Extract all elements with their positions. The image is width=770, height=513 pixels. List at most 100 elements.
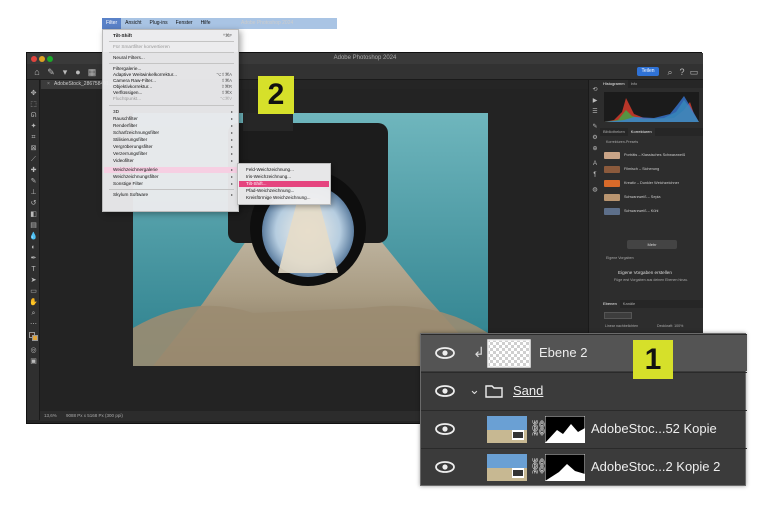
- eye-icon[interactable]: [435, 422, 455, 436]
- menu-item-tilt-shift-last[interactable]: Tilt-Shift: [113, 33, 132, 39]
- marquee-tool-icon[interactable]: ⬚: [29, 100, 38, 109]
- layer-name[interactable]: Ebene 2: [539, 345, 587, 361]
- tab-libraries[interactable]: Bibliotheken: [600, 129, 628, 134]
- eyedropper-tool-icon[interactable]: ⟋: [29, 155, 38, 164]
- menu-item-other[interactable]: Sonstige Filter: [113, 181, 143, 187]
- menu-item-distort[interactable]: Verzerrungsfilter: [113, 151, 147, 157]
- menu-item-skylum[interactable]: Skylum Software: [113, 192, 148, 198]
- clone-source-panel-icon[interactable]: ⊕: [591, 145, 599, 153]
- tab-info[interactable]: Info: [628, 81, 641, 86]
- lasso-tool-icon[interactable]: ᘏ: [29, 111, 38, 120]
- menu-item-3d[interactable]: 3D: [113, 109, 119, 115]
- submenu-tilt-shift[interactable]: Tilt-Shift...: [239, 181, 329, 187]
- menu-plugins[interactable]: Plug-ins: [146, 20, 172, 26]
- chevron-down-icon[interactable]: ▾: [60, 67, 70, 77]
- brush-preset-icon[interactable]: ●: [73, 67, 83, 77]
- stamp-tool-icon[interactable]: ⊥: [29, 188, 38, 197]
- home-icon[interactable]: ⌂: [32, 67, 42, 77]
- opacity-field[interactable]: Deckkraft: 100%: [657, 324, 683, 328]
- close-tab-icon[interactable]: ×: [47, 81, 50, 87]
- layer-name[interactable]: AdobeStoc...52 Kopie: [591, 421, 717, 437]
- menu-item-blur[interactable]: Weichzeichnungsfilter: [113, 174, 159, 180]
- own-presets-header[interactable]: Eigene Vorgaben: [606, 256, 634, 260]
- tab-histogram[interactable]: Histogramm: [600, 80, 628, 88]
- minimize-window-icon[interactable]: [39, 56, 45, 62]
- menu-filter[interactable]: Filter: [102, 18, 122, 29]
- hand-tool-icon[interactable]: ✋: [29, 298, 38, 307]
- eraser-tool-icon[interactable]: ◧: [29, 210, 38, 219]
- brush-tool-icon[interactable]: ✎: [29, 177, 38, 186]
- more-tools-icon[interactable]: ⋯: [29, 320, 38, 329]
- menu-item-blur-gallery[interactable]: Weichzeichnergalerie: [104, 167, 238, 173]
- shape-tool-icon[interactable]: ▭: [29, 287, 38, 296]
- history-brush-tool-icon[interactable]: ↺: [29, 199, 38, 208]
- zoom-window-icon[interactable]: [47, 56, 53, 62]
- zoom-level[interactable]: 13,6%: [44, 413, 57, 418]
- glyphs-panel-icon[interactable]: ◍: [591, 186, 599, 194]
- brush-settings-icon[interactable]: ▦: [87, 67, 97, 77]
- pen-tool-icon[interactable]: ✒: [29, 254, 38, 263]
- blend-mode-select[interactable]: Linear nachbelichten: [605, 324, 638, 328]
- tab-adjustments[interactable]: Korrekturen: [627, 128, 655, 136]
- character-panel-icon[interactable]: A: [591, 160, 599, 168]
- workspace-icon[interactable]: ▭: [689, 67, 699, 77]
- crop-tool-icon[interactable]: ⌗: [29, 133, 38, 142]
- tab-channels[interactable]: Kanäle: [620, 301, 638, 306]
- submenu-iris-blur[interactable]: Iris-Weichzeichnung...: [246, 174, 291, 180]
- menu-item-sharpen[interactable]: Scharfzeichnungsfilter: [113, 130, 159, 136]
- history-panel-icon[interactable]: ⟲: [591, 86, 599, 94]
- submenu-field-blur[interactable]: Feld-Weichzeichnung...: [246, 167, 294, 173]
- preset-item[interactable]: Porträts – Klassisches Schwarzweiß: [604, 150, 699, 160]
- tab-layers[interactable]: Ebenen: [600, 300, 620, 308]
- frame-tool-icon[interactable]: ⊠: [29, 144, 38, 153]
- presets-header[interactable]: Korrekturen-Presets: [606, 140, 638, 144]
- group-name[interactable]: Sand: [513, 383, 543, 399]
- preset-item[interactable]: Kreativ – Dunkler Weichzeichner: [604, 178, 699, 188]
- screen-mode-icon[interactable]: ▣: [29, 357, 38, 366]
- layer-row-adobestock-kopie[interactable]: ⛓ AdobeStoc...52 Kopie: [421, 410, 747, 447]
- menu-item-render[interactable]: Renderfilter: [113, 123, 137, 129]
- menu-view[interactable]: Ansicht: [121, 20, 145, 26]
- help-icon[interactable]: ?: [677, 67, 687, 77]
- menu-help[interactable]: Hilfe: [197, 20, 215, 26]
- quick-mask-icon[interactable]: ◎: [29, 346, 38, 355]
- actions-panel-icon[interactable]: ▶: [591, 97, 599, 105]
- path-selection-tool-icon[interactable]: ➤: [29, 276, 38, 285]
- layer-row-group-sand[interactable]: ⌄ Sand: [421, 372, 747, 409]
- preset-item[interactable]: Filmisch – Sicherung: [604, 164, 699, 174]
- blur-tool-icon[interactable]: 💧: [29, 232, 38, 241]
- dodge-tool-icon[interactable]: ◐: [29, 243, 38, 252]
- eye-icon[interactable]: [435, 384, 455, 398]
- layer-name[interactable]: AdobeStoc...2 Kopie 2: [591, 459, 720, 475]
- menu-item-pixelate[interactable]: Vergröberungsfilter: [113, 144, 153, 150]
- menu-item-noise[interactable]: Rauschfilter: [113, 116, 138, 122]
- move-tool-icon[interactable]: ✥: [29, 89, 38, 98]
- submenu-spin-blur[interactable]: Kreisförmige Weichzeichnung...: [246, 195, 311, 201]
- search-icon[interactable]: ⌕: [665, 67, 675, 77]
- brush-tool-icon[interactable]: ✎: [46, 67, 56, 77]
- layer-row-ebene-2[interactable]: ↲ Ebene 2: [421, 334, 747, 371]
- layer-filter-select[interactable]: [604, 312, 632, 319]
- preset-item[interactable]: Schwarzweiß – Sepia: [604, 192, 699, 202]
- share-button[interactable]: Teilen: [637, 67, 659, 76]
- brush-panel-icon[interactable]: ✎: [591, 123, 599, 131]
- submenu-path-blur[interactable]: Pfad-Weichzeichnung...: [246, 188, 294, 194]
- menu-window[interactable]: Fenster: [172, 20, 197, 26]
- brush-settings-panel-icon[interactable]: ⚙: [591, 134, 599, 142]
- paragraph-panel-icon[interactable]: ¶: [591, 171, 599, 179]
- menu-item-video[interactable]: Videofilter: [113, 158, 134, 164]
- quick-selection-tool-icon[interactable]: ✦: [29, 122, 38, 131]
- gradient-tool-icon[interactable]: ▤: [29, 221, 38, 230]
- more-button[interactable]: Mehr: [627, 240, 677, 249]
- close-window-icon[interactable]: [31, 56, 37, 62]
- zoom-tool-icon[interactable]: ⌕: [29, 309, 38, 318]
- eye-icon[interactable]: [435, 460, 455, 474]
- healing-brush-tool-icon[interactable]: ✚: [29, 166, 38, 175]
- menu-item-stylize[interactable]: Stilisierungsfilter: [113, 137, 147, 143]
- properties-panel-icon[interactable]: ☰: [591, 108, 599, 116]
- chevron-down-icon[interactable]: ⌄: [469, 382, 480, 398]
- background-color-swatch[interactable]: [32, 335, 38, 341]
- type-tool-icon[interactable]: T: [29, 265, 38, 274]
- menu-item-neural-filters[interactable]: Neural Filters...: [113, 55, 145, 61]
- preset-item[interactable]: Schwarzweiß – Kühl: [604, 206, 699, 216]
